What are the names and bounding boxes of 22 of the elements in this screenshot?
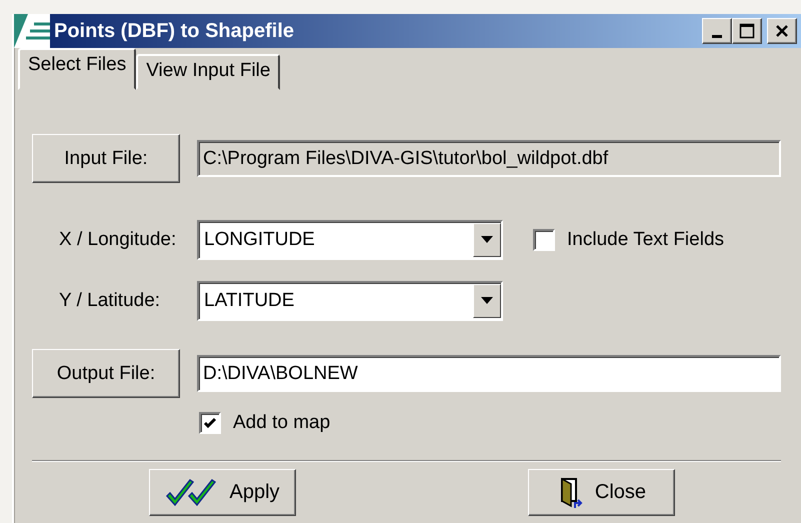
minimize-button[interactable]	[702, 18, 732, 44]
checkbox[interactable]	[199, 412, 221, 434]
minimize-icon	[712, 34, 722, 38]
checkbox-label: Add to map	[233, 412, 330, 434]
maximize-button[interactable]	[732, 18, 762, 44]
apply-button[interactable]: Apply	[149, 469, 296, 516]
dropdown[interactable]: LATITUDE	[197, 281, 503, 321]
checkbox[interactable]	[533, 229, 555, 251]
tab[interactable]: View Input File	[136, 54, 280, 90]
maximize-icon	[739, 23, 755, 39]
tab[interactable]: Select Files	[18, 48, 136, 90]
close-button[interactable]	[767, 18, 797, 44]
output-file-field[interactable]: D:\DIVA\BOLNEW	[197, 355, 781, 392]
close-icon	[775, 24, 789, 38]
output-file-button[interactable]: Output File:	[32, 349, 180, 398]
field-label: X / Longitude:	[58, 229, 178, 251]
checkbox-label: Include Text Fields	[567, 229, 724, 251]
field-label: Y / Latitude:	[58, 290, 162, 312]
dropdown[interactable]: LONGITUDE	[197, 220, 503, 260]
checkmark-icon	[203, 416, 217, 430]
window-title: Points (DBF) to Shapefile	[54, 20, 295, 42]
close-button[interactable]: Close	[528, 469, 675, 516]
